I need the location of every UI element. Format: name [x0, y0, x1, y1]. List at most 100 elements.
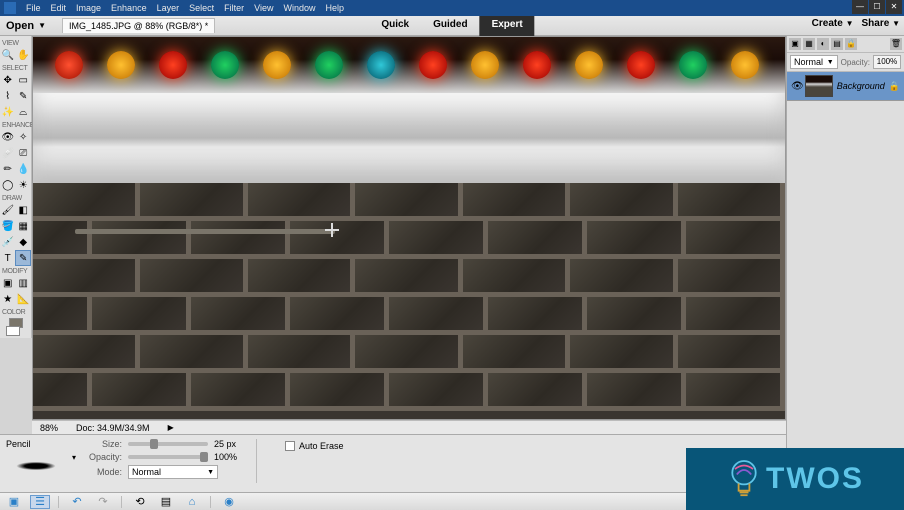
- pencil-tool[interactable]: ✎: [15, 250, 31, 266]
- redo-button[interactable]: ↷: [93, 495, 113, 509]
- menu-layer[interactable]: Layer: [157, 3, 180, 13]
- light-red-icon: [523, 51, 551, 79]
- menu-bar: File Edit Image Enhance Layer Select Fil…: [0, 0, 904, 16]
- shape-tool[interactable]: ◆: [16, 234, 32, 250]
- brush-preview[interactable]: [6, 455, 66, 477]
- preset-picker-icon[interactable]: ▾: [72, 453, 76, 462]
- clone-stamp-tool[interactable]: ⎚: [16, 145, 32, 161]
- new-layer-icon[interactable]: ▣: [789, 38, 801, 50]
- cookie-cutter-tool[interactable]: ★: [0, 291, 16, 307]
- create-dropdown[interactable]: Create ▼: [812, 18, 854, 29]
- organizer-button[interactable]: ⌂: [182, 495, 202, 509]
- layer-opacity-input[interactable]: 100%: [873, 55, 901, 69]
- blend-mode-select[interactable]: Normal ▼: [128, 465, 218, 479]
- document-tab[interactable]: IMG_1485.JPG @ 88% (RGB/8*) *: [62, 18, 215, 33]
- layer-mask-icon[interactable]: ▤: [831, 38, 843, 50]
- tab-quick[interactable]: Quick: [369, 16, 421, 36]
- lasso-tool[interactable]: ⌇: [0, 88, 16, 104]
- adjustment-layer-icon[interactable]: ◐: [817, 38, 829, 50]
- layer-row[interactable]: 👁 Background 🔒: [787, 72, 904, 101]
- size-value[interactable]: 25 px: [214, 439, 242, 449]
- open-bar: Open ▼ IMG_1485.JPG @ 88% (RGB/8*) * Qui…: [0, 16, 904, 36]
- divider: [210, 496, 211, 508]
- gradient-tool[interactable]: ▦: [16, 218, 32, 234]
- magic-wand-tool[interactable]: ✨: [0, 104, 16, 120]
- section-color: COLOR: [0, 307, 31, 316]
- type-tool[interactable]: T: [0, 250, 15, 266]
- menu-edit[interactable]: Edit: [51, 3, 67, 13]
- open-label: Open: [6, 20, 34, 32]
- auto-erase-checkbox[interactable]: Auto Erase: [285, 441, 344, 451]
- close-button[interactable]: ✕: [886, 0, 902, 14]
- section-draw: DRAW: [0, 193, 31, 202]
- eraser-tool[interactable]: ◧: [16, 202, 32, 218]
- minimize-button[interactable]: —: [852, 0, 868, 14]
- hand-tool[interactable]: ✋: [16, 47, 32, 63]
- spot-heal-tool[interactable]: 🩹: [0, 145, 16, 161]
- cursor-crosshair-icon: [325, 223, 339, 237]
- marquee-tool[interactable]: ▭: [16, 72, 32, 88]
- menu-select[interactable]: Select: [189, 3, 214, 13]
- menu-filter[interactable]: Filter: [224, 3, 244, 13]
- share-dropdown[interactable]: Share ▼: [862, 18, 901, 29]
- redeye-tool[interactable]: 👁: [0, 129, 16, 145]
- tab-expert[interactable]: Expert: [480, 16, 535, 36]
- recompose-tool[interactable]: ▥: [16, 275, 32, 291]
- mode-label: Mode:: [82, 467, 122, 477]
- status-arrow-icon[interactable]: ▶: [168, 423, 174, 432]
- visibility-toggle-icon[interactable]: 👁: [791, 81, 801, 92]
- layout-button[interactable]: ▤: [156, 495, 176, 509]
- layer-thumbnail[interactable]: [805, 75, 833, 97]
- straighten-tool[interactable]: 📐: [16, 291, 32, 307]
- dodge-tool[interactable]: ☀: [16, 177, 32, 193]
- section-modify: MODIFY: [0, 266, 31, 275]
- whiten-teeth-tool[interactable]: ✧: [16, 129, 32, 145]
- chevron-down-icon: ▼: [207, 469, 214, 476]
- zoom-tool[interactable]: 🔍: [0, 47, 16, 63]
- tool-options-button[interactable]: ☰: [30, 495, 50, 509]
- menu-enhance[interactable]: Enhance: [111, 3, 147, 13]
- app-icon: [4, 2, 16, 14]
- selection-brush-tool[interactable]: ⌓: [16, 104, 32, 120]
- layer-blend-mode-select[interactable]: Normal ▼: [790, 55, 838, 69]
- undo-button[interactable]: ↶: [67, 495, 87, 509]
- menu-window[interactable]: Window: [283, 3, 315, 13]
- crop-tool[interactable]: ▣: [0, 275, 16, 291]
- rotate-button[interactable]: ⟲: [130, 495, 150, 509]
- eyedropper-tool[interactable]: 💉: [0, 234, 16, 250]
- sponge-tool[interactable]: ◯: [0, 177, 16, 193]
- help-button[interactable]: ◉: [219, 495, 239, 509]
- light-red-icon: [627, 51, 655, 79]
- menu-image[interactable]: Image: [76, 3, 101, 13]
- brush-tool[interactable]: 🖌: [0, 202, 16, 218]
- paint-bucket-tool[interactable]: 🪣: [0, 218, 16, 234]
- move-tool[interactable]: ✥: [0, 72, 16, 88]
- opacity-value[interactable]: 100%: [214, 452, 242, 462]
- background-color-swatch[interactable]: [6, 326, 20, 336]
- menu-file[interactable]: File: [26, 3, 41, 13]
- light-yellow-icon: [107, 51, 135, 79]
- new-group-icon[interactable]: ▦: [803, 38, 815, 50]
- quick-select-tool[interactable]: ✎: [16, 88, 32, 104]
- photo-bin-button[interactable]: ▣: [4, 495, 24, 509]
- maximize-button[interactable]: ☐: [869, 0, 885, 14]
- opacity-slider[interactable]: [128, 455, 208, 459]
- tab-guided[interactable]: Guided: [421, 16, 479, 36]
- zoom-level[interactable]: 88%: [40, 423, 58, 433]
- light-yellow-icon: [731, 51, 759, 79]
- section-select: SELECT: [0, 63, 31, 72]
- menu-view[interactable]: View: [254, 3, 273, 13]
- layer-name[interactable]: Background: [837, 81, 885, 91]
- smart-brush-tool[interactable]: ✏: [0, 161, 16, 177]
- document-canvas[interactable]: [33, 37, 785, 419]
- lock-icon[interactable]: 🔒: [889, 81, 900, 92]
- tool-options-panel: Pencil ▾ Size: 25 px Opacity: 100% Mode:…: [0, 434, 786, 492]
- status-bar: 88% Doc: 34.9M/34.9M ▶: [32, 420, 786, 434]
- open-dropdown[interactable]: Open ▼: [0, 20, 52, 32]
- lock-layer-icon[interactable]: 🔒: [845, 38, 857, 50]
- size-slider[interactable]: [128, 442, 208, 446]
- blur-tool[interactable]: 💧: [16, 161, 32, 177]
- toolbox: VIEW 🔍 ✋ SELECT ✥ ▭ ⌇ ✎ ✨ ⌓ ENHANCE 👁 ✧ …: [0, 36, 32, 338]
- menu-help[interactable]: Help: [325, 3, 344, 13]
- delete-layer-icon[interactable]: 🗑: [890, 38, 902, 50]
